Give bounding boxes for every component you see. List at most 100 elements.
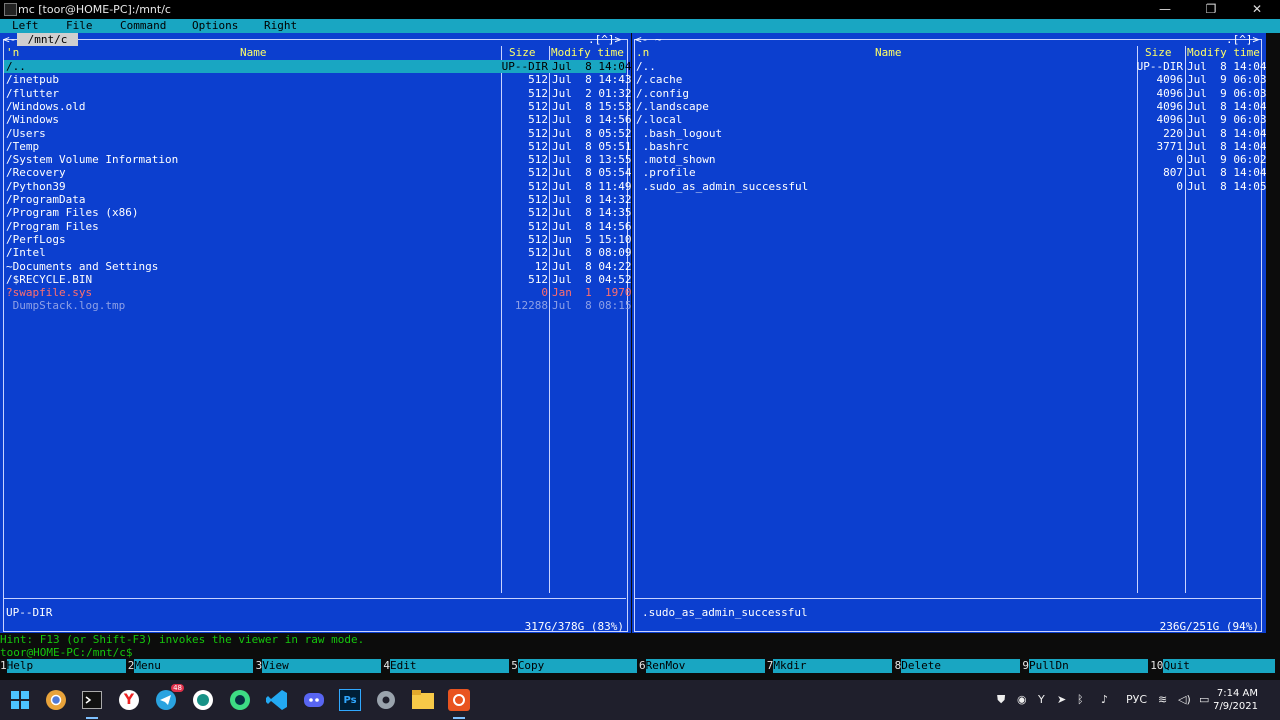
right-file-row[interactable]: /.. UP--DIR Jul 8 14:04	[635, 60, 1266, 73]
discord-icon[interactable]	[302, 688, 326, 712]
tray-security-icon[interactable]: ⛊	[997, 693, 1005, 707]
fkey-number: 6	[639, 659, 646, 672]
shell-prompt[interactable]: toor@HOME-PC:/mnt/c$	[0, 646, 1280, 659]
fkey-edit-button[interactable]: 4Edit	[383, 659, 510, 673]
file-name: DumpStack.log.tmp	[6, 299, 126, 313]
left-file-row[interactable]: /Windows 512 Jul 8 14:56	[4, 113, 631, 127]
right-file-row[interactable]: .bash_logout 220 Jul 8 14:04	[635, 127, 1267, 140]
left-file-row[interactable]: /Temp 512 Jul 8 05:51	[4, 140, 631, 153]
chrome-canary-icon[interactable]	[44, 688, 68, 712]
tray-battery-icon[interactable]: ▭	[1199, 693, 1209, 706]
left-panel-history[interactable]: .[^]>	[588, 33, 621, 46]
left-panel-path[interactable]: /mnt/c	[17, 33, 78, 46]
left-file-row[interactable]: /Users 512 Jul 8 05:52	[4, 127, 631, 140]
photoshop-icon[interactable]: Ps	[338, 688, 362, 712]
left-file-row[interactable]: /PerfLogs 512 Jun 5 15:10	[4, 233, 631, 246]
fkey-view-button[interactable]: 3View	[255, 659, 382, 673]
left-file-row[interactable]: /ProgramData 512 Jul 8 14:32	[4, 193, 631, 206]
file-name: /.cache	[636, 73, 683, 87]
file-explorer-icon[interactable]	[411, 688, 435, 712]
tray-telegram-icon[interactable]: ➤	[1057, 693, 1066, 706]
maximize-button[interactable]: ❐	[1188, 0, 1234, 19]
right-file-row[interactable]: .motd_shown 0 Jul 9 06:02	[635, 153, 1267, 166]
fkey-copy-button[interactable]: 5Copy	[511, 659, 637, 673]
menu-right[interactable]: Right	[264, 20, 297, 32]
right-panel-history[interactable]: .[^]>	[1226, 33, 1259, 46]
file-modify-time: Jul 8 14:04	[1187, 126, 1267, 140]
left-file-panel[interactable]: <- /mnt/c .[^]> 'n Name Size Modify time…	[0, 33, 631, 633]
menu-command[interactable]: Command	[120, 20, 166, 32]
left-file-row[interactable]: /.. UP--DIR Jul 8 14:04	[4, 60, 631, 73]
left-panel-corner[interactable]: <-	[3, 33, 16, 46]
right-file-row[interactable]: /.cache 4096 Jul 9 06:03	[635, 73, 1266, 87]
telegram-icon[interactable]: 48	[154, 684, 184, 712]
right-panel-corner[interactable]: <-	[635, 33, 648, 46]
left-file-row[interactable]: /Intel 512 Jul 8 08:09	[4, 246, 631, 259]
left-file-row[interactable]: /inetpub 512 Jul 8 14:43	[4, 73, 631, 86]
right-sort-indicator[interactable]: .n	[636, 46, 649, 59]
tray-language[interactable]: РУС	[1126, 693, 1147, 706]
fkey-quit-button[interactable]: 10Quit	[1150, 659, 1276, 673]
left-file-row[interactable]: /flutter 512 Jul 2 01:32	[4, 87, 631, 100]
minimize-button[interactable]: —	[1142, 0, 1188, 19]
left-col-modify[interactable]: Modify time	[551, 46, 624, 59]
file-modify-time: Jul 8 14:05	[1187, 179, 1267, 193]
android-studio-icon[interactable]	[228, 688, 252, 712]
right-file-row[interactable]: /.landscape 4096 Jul 8 14:04	[635, 100, 1266, 113]
left-file-row[interactable]: ?swapfile.sys 0 Jan 1 1970	[4, 286, 631, 299]
left-sort-indicator[interactable]: 'n	[6, 46, 19, 59]
left-col-size[interactable]: Size	[509, 46, 536, 59]
left-file-row[interactable]: /$RECYCLE.BIN 512 Jul 8 04:52	[4, 273, 631, 286]
right-file-row[interactable]: .profile 807 Jul 8 14:04	[635, 166, 1267, 180]
menu-file[interactable]: File	[66, 20, 93, 32]
right-file-panel[interactable]: <- ~ .[^]> .n Name Size Modify time /.. U…	[632, 33, 1266, 633]
right-col-size[interactable]: Size	[1145, 46, 1172, 59]
file-name: .profile	[636, 166, 696, 180]
left-file-row[interactable]: DumpStack.log.tmp 12288 Jul 8 08:15	[4, 299, 632, 313]
right-file-row[interactable]: /.local 4096 Jul 9 06:03	[635, 113, 1266, 126]
tray-discord-icon[interactable]: ◉	[1017, 693, 1027, 706]
file-name: /Windows	[6, 113, 59, 127]
file-modify-time: Jul 8 14:32	[552, 193, 632, 206]
menu-left[interactable]: Left	[12, 20, 39, 32]
file-modify-time: Jul 8 04:22	[552, 259, 632, 273]
left-file-row[interactable]: /Python39 512 Jul 8 11:49	[4, 180, 631, 193]
left-file-row[interactable]: ~Documents and Settings 12 Jul 8 04:22	[4, 260, 631, 273]
left-file-row[interactable]: /Program Files 512 Jul 8 14:56	[4, 220, 631, 233]
right-file-row[interactable]: .bashrc 3771 Jul 8 14:04	[635, 140, 1267, 153]
file-modify-time: Jul 8 14:04	[1187, 139, 1267, 153]
right-file-row[interactable]: .sudo_as_admin_successful 0 Jul 8 14:05	[635, 179, 1267, 193]
left-col-name[interactable]: Name	[240, 46, 267, 59]
tray-wifi-icon[interactable]: ≋	[1158, 693, 1167, 706]
right-col-modify[interactable]: Modify time	[1187, 46, 1260, 59]
fkey-menu-button[interactable]: 2Menu	[127, 659, 254, 673]
fkey-delete-button[interactable]: 8Delete	[894, 659, 1021, 673]
tray-yandex-icon[interactable]: Y	[1038, 693, 1045, 706]
menu-options[interactable]: Options	[192, 20, 238, 32]
gitkraken-icon[interactable]	[191, 688, 215, 712]
left-file-row[interactable]: /Program Files (x86) 512 Jul 8 14:35	[4, 206, 631, 219]
settings-icon[interactable]	[374, 688, 398, 712]
fkey-pulldn-button[interactable]: 9PullDn	[1022, 659, 1149, 673]
right-panel-path[interactable]: ~	[655, 33, 662, 46]
ubuntu-icon[interactable]	[447, 688, 471, 719]
fkey-renmov-button[interactable]: 6RenMov	[639, 659, 765, 673]
tray-microphone-icon[interactable]: ♪	[1101, 693, 1108, 706]
windows-start-icon[interactable]	[8, 688, 32, 712]
vscode-icon[interactable]	[265, 688, 289, 712]
terminal-icon[interactable]	[80, 688, 104, 719]
left-file-row[interactable]: /Recovery 512 Jul 8 05:54	[4, 166, 631, 179]
file-size: 0	[1176, 179, 1183, 193]
fkey-help-button[interactable]: 1Help	[0, 659, 126, 673]
left-file-row[interactable]: /Windows.old 512 Jul 8 15:53	[4, 100, 631, 113]
tray-volume-icon[interactable]: ◁)	[1178, 693, 1191, 706]
right-col-name[interactable]: Name	[875, 46, 902, 59]
left-file-row[interactable]: /System Volume Information 512 Jul 8 13:55	[4, 153, 631, 166]
tray-bluetooth-icon[interactable]: ᛒ	[1077, 693, 1084, 706]
file-modify-time: Jul 8 14:04	[552, 60, 632, 73]
fkey-mkdir-button[interactable]: 7Mkdir	[766, 659, 893, 673]
taskbar-clock[interactable]: 7:14 AM 7/9/2021	[1213, 687, 1258, 713]
yandex-browser-icon[interactable]: Y	[117, 688, 141, 712]
right-file-row[interactable]: /.config 4096 Jul 9 06:03	[635, 87, 1266, 100]
close-button[interactable]: ✕	[1234, 0, 1280, 19]
